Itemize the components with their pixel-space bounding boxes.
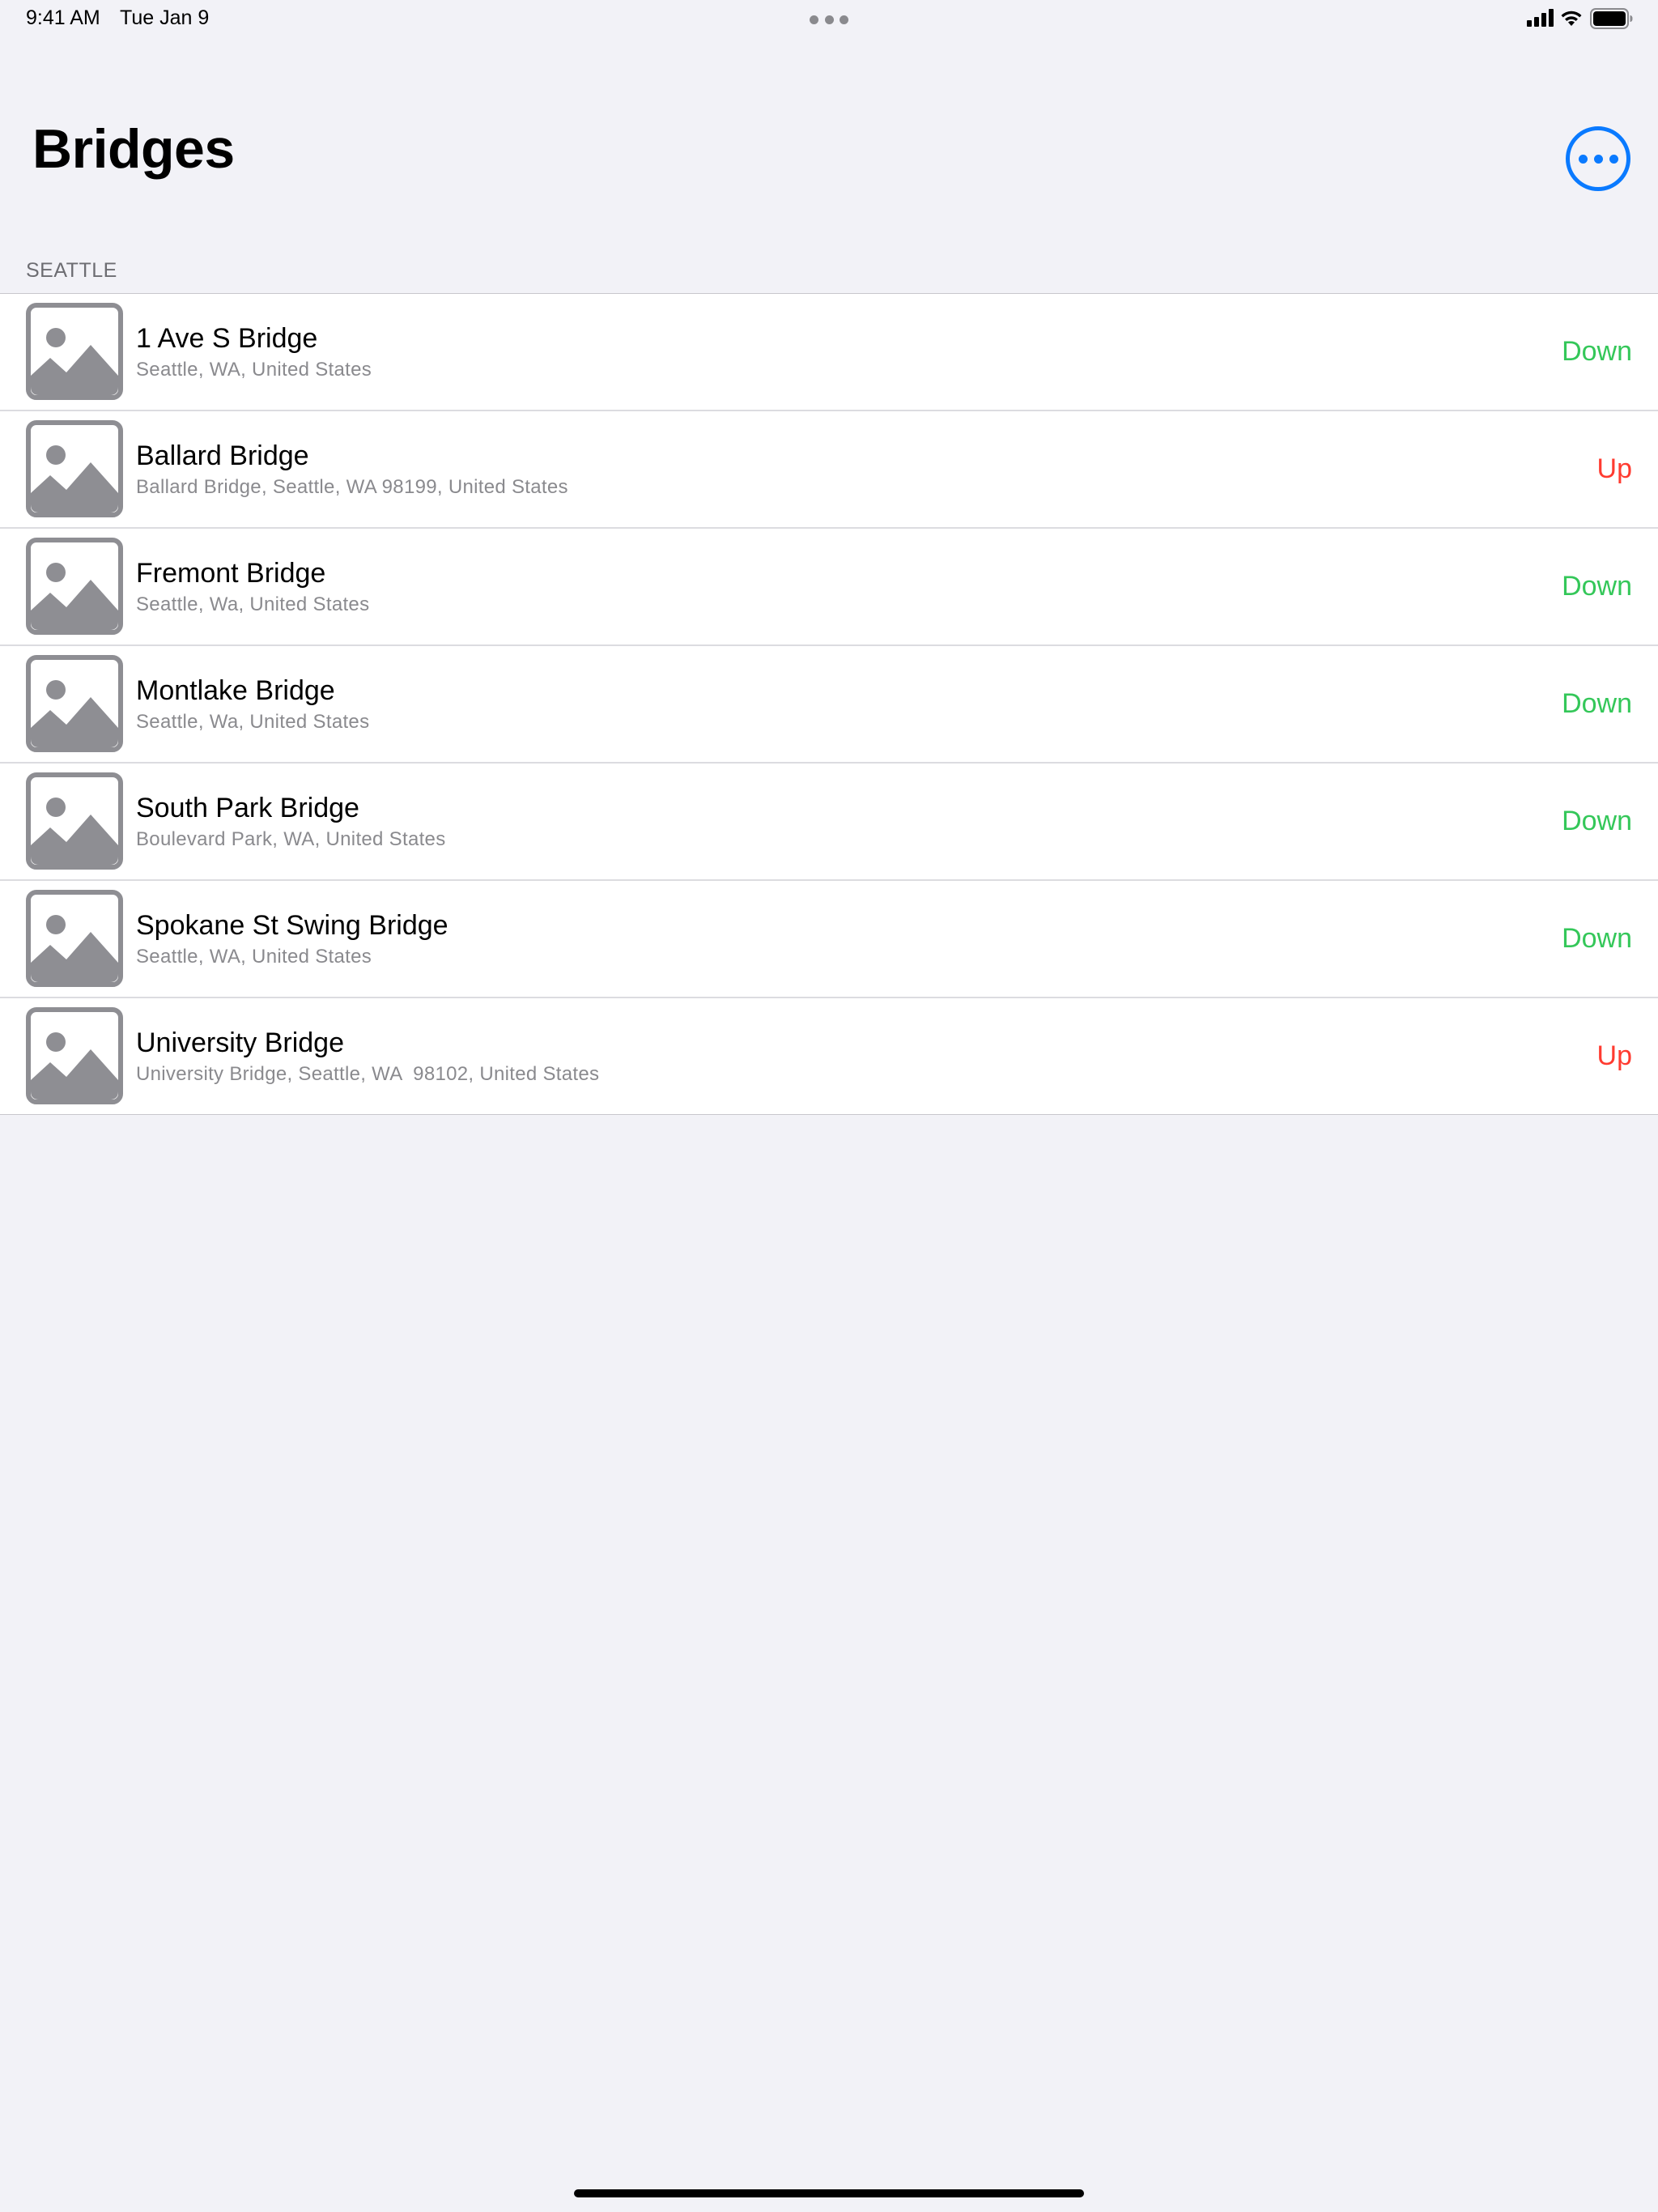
bridge-row[interactable]: Montlake Bridge Seattle, Wa, United State… xyxy=(0,646,1658,764)
battery-icon xyxy=(1590,8,1633,29)
bridge-name: South Park Bridge xyxy=(136,793,359,823)
bridge-status: Up xyxy=(1596,453,1632,484)
bridge-status: Down xyxy=(1562,688,1632,719)
bridge-address: University Bridge, Seattle, WA 98102, Un… xyxy=(136,1063,600,1085)
photo-placeholder-icon xyxy=(26,890,123,987)
more-options-button[interactable] xyxy=(1566,126,1630,191)
bridge-list: 1 Ave S Bridge Seattle, WA, United States… xyxy=(0,293,1658,1115)
bridge-address: Seattle, Wa, United States xyxy=(136,593,370,615)
section-header: SEATTLE xyxy=(26,259,117,282)
bridge-address: Ballard Bridge, Seattle, WA 98199, Unite… xyxy=(136,476,568,498)
bridge-name: Spokane St Swing Bridge xyxy=(136,910,449,941)
bridge-name: University Bridge xyxy=(136,1027,344,1058)
status-date: Tue Jan 9 xyxy=(120,6,210,29)
ellipsis-circle-icon xyxy=(1578,154,1588,164)
bridge-address: Seattle, Wa, United States xyxy=(136,711,370,733)
bridge-row[interactable]: Fremont Bridge Seattle, Wa, United States… xyxy=(0,529,1658,646)
photo-placeholder-icon xyxy=(26,538,123,635)
bridge-name: Montlake Bridge xyxy=(136,675,335,706)
bridge-status: Down xyxy=(1562,336,1632,367)
photo-placeholder-icon xyxy=(26,1007,123,1104)
bridge-row[interactable]: Spokane St Swing Bridge Seattle, WA, Unit… xyxy=(0,881,1658,998)
bridge-row[interactable]: University Bridge University Bridge, Seat… xyxy=(0,998,1658,1114)
status-bar: 9:41 AM Tue Jan 9 xyxy=(0,0,1658,39)
photo-placeholder-icon xyxy=(26,655,123,752)
bridge-name: Fremont Bridge xyxy=(136,558,326,589)
bridge-name: Ballard Bridge xyxy=(136,440,309,471)
bridge-address: Seattle, WA, United States xyxy=(136,946,372,968)
bridge-row[interactable]: Ballard Bridge Ballard Bridge, Seattle, W… xyxy=(0,411,1658,529)
home-indicator[interactable] xyxy=(574,2189,1084,2197)
page-title: Bridges xyxy=(32,118,235,180)
multitasking-dots-icon[interactable] xyxy=(810,15,848,24)
bridge-name: 1 Ave S Bridge xyxy=(136,323,318,354)
status-time: 9:41 AM xyxy=(26,6,100,29)
bridge-status: Up xyxy=(1596,1040,1632,1071)
photo-placeholder-icon xyxy=(26,303,123,400)
bridge-row[interactable]: South Park Bridge Boulevard Park, WA, Uni… xyxy=(0,764,1658,881)
bridge-status: Down xyxy=(1562,923,1632,954)
bridge-row[interactable]: 1 Ave S Bridge Seattle, WA, United States… xyxy=(0,294,1658,411)
bridge-status: Down xyxy=(1562,571,1632,602)
photo-placeholder-icon xyxy=(26,772,123,870)
cellular-signal-icon xyxy=(1527,9,1554,27)
photo-placeholder-icon xyxy=(26,420,123,517)
bridge-status: Down xyxy=(1562,806,1632,836)
wifi-icon xyxy=(1561,11,1582,26)
bridge-address: Seattle, WA, United States xyxy=(136,359,372,381)
bridge-address: Boulevard Park, WA, United States xyxy=(136,828,446,850)
